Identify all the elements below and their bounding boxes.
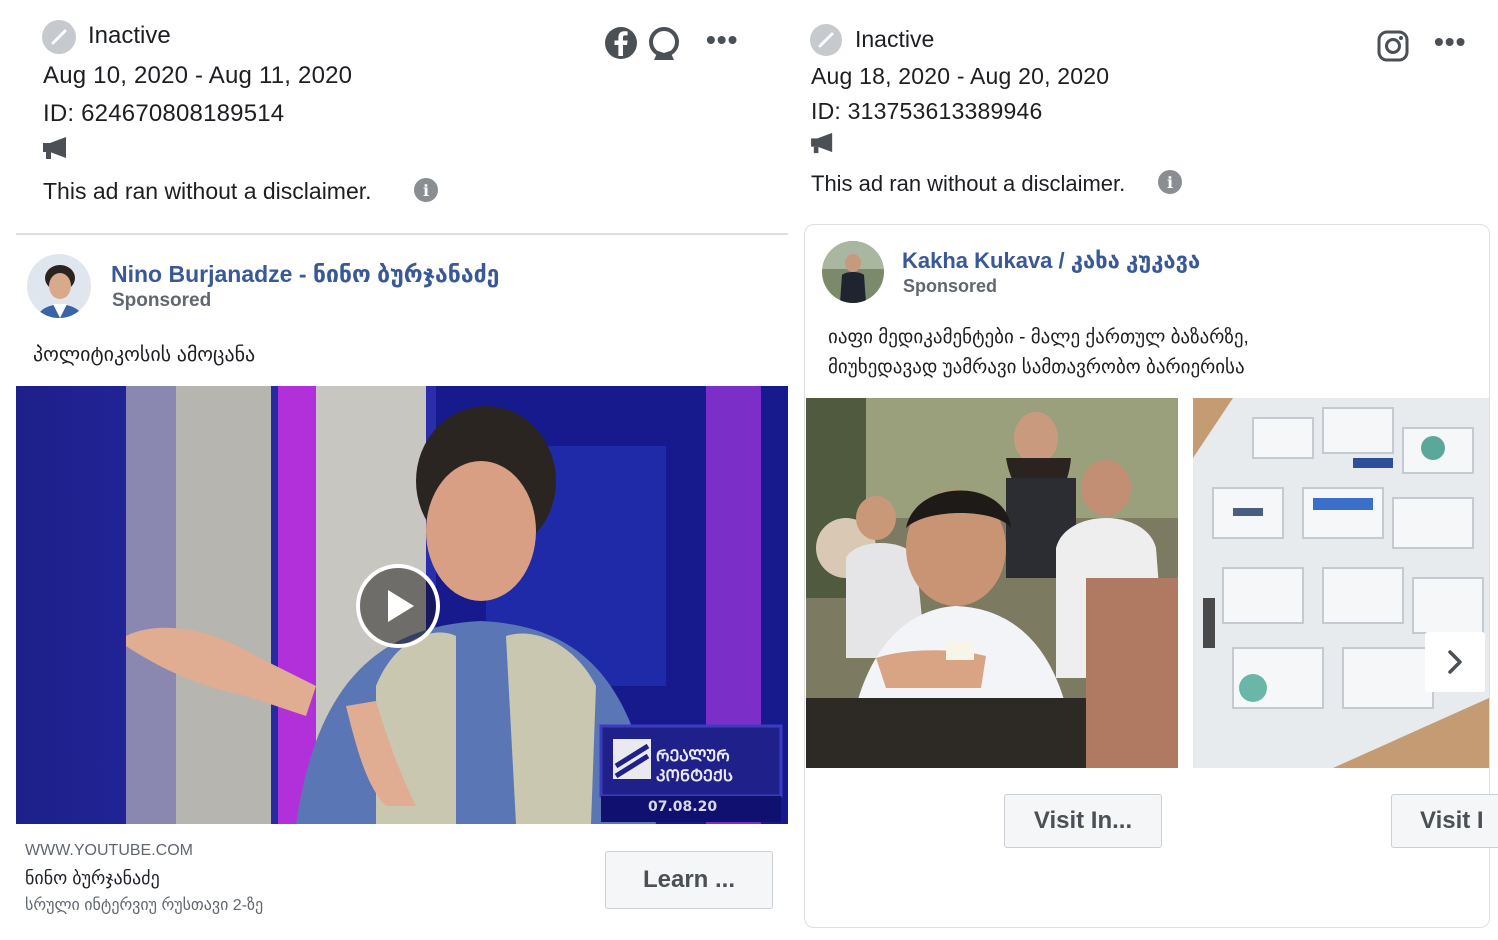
post-body: პოლიტიკოსის ამოცანა [33, 344, 256, 366]
status-label: Inactive [855, 26, 935, 52]
ad-id: ID: 624670808189514 [43, 100, 285, 127]
date-range: Aug 10, 2020 - Aug 11, 2020 [43, 62, 353, 89]
carousel-image-2[interactable] [1193, 398, 1489, 768]
megaphone-icon [810, 132, 836, 154]
post-body-line-1: იაფი მედიკამენტები - მალე ქართულ ბაზარზე… [828, 327, 1249, 348]
video-overlay-date: 07.08.20 [648, 799, 717, 815]
link-description: სრული ინტერვიუ რუსთავი 2-ზე [25, 897, 264, 914]
svg-text:ᲠᲔᲐᲚᲣᲠ: ᲠᲔᲐᲚᲣᲠ [656, 746, 730, 765]
info-icon[interactable]: i [1158, 170, 1182, 194]
divider [16, 233, 788, 235]
more-options-icon[interactable]: ••• [1434, 26, 1466, 58]
carousel-image-1[interactable] [806, 398, 1178, 768]
learn-more-button[interactable]: Learn ... [605, 851, 773, 909]
post-body-line-2: მიუხედავად უამრავი სამთავრობო ბარიერისა [828, 357, 1245, 378]
page-avatar[interactable] [27, 254, 91, 318]
ad-id: ID: 313753613389946 [811, 98, 1043, 124]
svg-text:ᲙᲝᲜᲢᲔᲥᲡ: ᲙᲝᲜᲢᲔᲥᲡ [656, 766, 733, 785]
chevron-right-icon [1448, 650, 1462, 674]
disclaimer-text: This ad ran without a disclaimer. [43, 178, 372, 204]
link-title[interactable]: ნინო ბურჯანაძე [25, 868, 160, 889]
instagram-icon [1377, 30, 1409, 62]
video-thumbnail[interactable]: ᲠᲔᲐᲚᲣᲠ ᲙᲝᲜᲢᲔᲥᲡ 07.08.20 [16, 386, 788, 824]
carousel-next-button[interactable] [1425, 632, 1485, 692]
more-options-icon[interactable]: ••• [706, 24, 738, 56]
info-icon[interactable]: i [414, 178, 438, 202]
sponsored-label: Sponsored [903, 276, 998, 296]
link-domain: WWW.YOUTUBE.COM [25, 842, 193, 859]
visit-instagram-button-1[interactable]: Visit In... [1004, 794, 1162, 848]
megaphone-icon [42, 136, 70, 160]
play-button[interactable] [356, 564, 440, 648]
date-range: Aug 18, 2020 - Aug 20, 2020 [811, 63, 1110, 89]
status-label: Inactive [88, 22, 171, 49]
play-icon [388, 590, 414, 622]
page-name-link[interactable]: Kakha Kukava / კახა კუკავა [902, 248, 1200, 274]
inactive-status-icon [810, 24, 842, 56]
facebook-icon [604, 26, 638, 60]
page-avatar[interactable] [822, 241, 884, 303]
messenger-icon [646, 26, 682, 62]
page-name-link[interactable]: Nino Burjanadze - ნინო ბურჯანაძე [111, 261, 499, 288]
sponsored-label: Sponsored [112, 290, 212, 311]
inactive-status-icon [42, 20, 76, 54]
disclaimer-text: This ad ran without a disclaimer. [811, 171, 1126, 196]
visit-instagram-button-2[interactable]: Visit I [1391, 794, 1498, 848]
